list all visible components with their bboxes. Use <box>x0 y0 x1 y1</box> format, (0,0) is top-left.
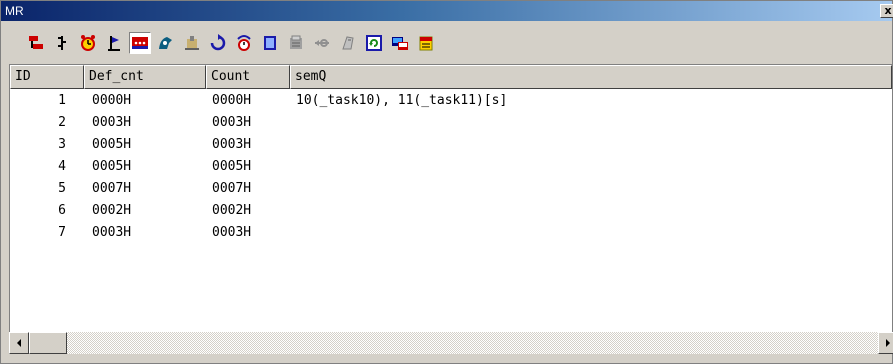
calendar-icon[interactable] <box>415 32 437 54</box>
cell-count: 0003H <box>212 137 252 152</box>
column-header-count[interactable]: Count <box>206 65 290 89</box>
horizontal-scrollbar[interactable] <box>9 332 893 354</box>
scroll-right-button[interactable] <box>878 332 893 354</box>
event-flag-icon[interactable] <box>103 32 125 54</box>
arrow-right-icon <box>886 339 890 347</box>
rendezvous-icon[interactable] <box>337 32 359 54</box>
timer-icon[interactable] <box>77 32 99 54</box>
toolbar <box>1 22 892 60</box>
table-row[interactable]: 2 0003H 0003H <box>10 112 892 134</box>
cell-count: 0007H <box>212 181 252 196</box>
cell-def-cnt: 0005H <box>92 137 132 152</box>
cyclic-handler-icon[interactable] <box>207 32 229 54</box>
table-row[interactable]: 4 0005H 0005H <box>10 156 892 178</box>
cell-def-cnt: 0003H <box>92 225 132 240</box>
column-header-id[interactable]: ID <box>10 65 84 89</box>
table-row[interactable]: 5 0007H 0007H <box>10 178 892 200</box>
cell-def-cnt: 0002H <box>92 203 132 218</box>
cell-id: 3 <box>58 137 66 152</box>
table-row[interactable]: 7 0003H 0003H <box>10 222 892 244</box>
column-header-semq[interactable]: semQ <box>290 65 892 89</box>
arrow-left-icon <box>17 339 21 347</box>
window-title: MR <box>5 4 24 18</box>
cell-count: 0005H <box>212 159 252 174</box>
fixed-memory-pool-icon[interactable] <box>285 32 307 54</box>
port-icon[interactable] <box>311 32 333 54</box>
data-queue-icon[interactable] <box>181 32 203 54</box>
cell-def-cnt: 0000H <box>92 93 132 108</box>
alarm-handler-icon[interactable] <box>233 32 255 54</box>
cell-id: 1 <box>58 93 66 108</box>
table-row[interactable]: 6 0002H 0002H <box>10 200 892 222</box>
cell-id: 4 <box>58 159 66 174</box>
title-bar[interactable]: MR x <box>1 1 893 21</box>
cell-count: 0000H <box>212 93 252 108</box>
task-tree-icon[interactable] <box>25 32 47 54</box>
scroll-thumb[interactable] <box>29 332 67 354</box>
semaphore-list[interactable]: ID Def_cnt Count semQ 1 0000H 0000H 10(_… <box>9 64 892 333</box>
semaphore-icon[interactable] <box>129 32 151 54</box>
cell-id: 6 <box>58 203 66 218</box>
cell-def-cnt: 0003H <box>92 115 132 130</box>
ready-queue-icon[interactable] <box>51 32 73 54</box>
table-row[interactable]: 1 0000H 0000H 10(_task10), 11(_task11)[s… <box>10 90 892 112</box>
close-button[interactable]: x <box>880 4 893 18</box>
table-row[interactable]: 3 0005H 0003H <box>10 134 892 156</box>
system-status-icon[interactable] <box>389 32 411 54</box>
cell-count: 0003H <box>212 115 252 130</box>
cell-def-cnt: 0005H <box>92 159 132 174</box>
cell-count: 0003H <box>212 225 252 240</box>
scroll-left-button[interactable] <box>9 332 29 354</box>
cell-id: 7 <box>58 225 66 240</box>
refresh-icon[interactable] <box>363 32 385 54</box>
cell-semq: 10(_task10), 11(_task11)[s] <box>296 93 508 108</box>
cell-count: 0002H <box>212 203 252 218</box>
mailbox-icon[interactable] <box>155 32 177 54</box>
cell-def-cnt: 0007H <box>92 181 132 196</box>
mr-window: MR x ID Def_cnt Count semQ 1 0000H 0000H… <box>0 0 893 364</box>
cell-id: 2 <box>58 115 66 130</box>
column-header-def-cnt[interactable]: Def_cnt <box>84 65 206 89</box>
cell-id: 5 <box>58 181 66 196</box>
memory-pool-icon[interactable] <box>259 32 281 54</box>
